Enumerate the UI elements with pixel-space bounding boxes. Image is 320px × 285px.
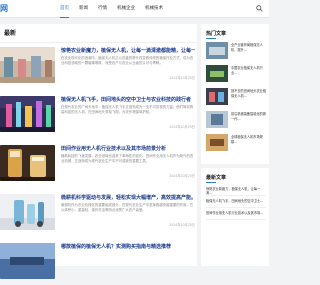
article-meta: 2024年10月25日 [61, 173, 195, 179]
article-time: 2024年10月25日 [169, 223, 195, 227]
article-thumbnail[interactable] [0, 47, 55, 83]
article-title[interactable]: 微耕机科学驱动与发展，轻松实现大幅增产，高效提高产能。 [61, 194, 195, 201]
nav-item-news[interactable]: 新闻 [79, 0, 88, 18]
article-excerpt: 微耕机作为农业机械化的重要组成部分，在现代农业生产中发挥着越来越重要的作用。它以… [61, 203, 194, 213]
article-time: 2024年10月25日 [169, 125, 195, 129]
list-item[interactable]: 惊艳农业新魔力，植保无人机，让每一滴清澈都能精，让每一寸… 在农业现代化的浪潮中… [0, 47, 197, 89]
article-meta: 2024年10月25日 [61, 124, 195, 130]
article-thumbnail[interactable] [0, 243, 55, 279]
divider [0, 42, 197, 43]
list-item[interactable]: 微耕机科学驱动与发展，轻松实现大幅增产，高效提高产能。 微耕机作为农业机械化的重… [0, 194, 197, 236]
hot-article-item[interactable]: 全产业链布局植保无人机，提升… [206, 42, 266, 62]
article-title[interactable]: 田间作业用无人机行业技术以及其市场前景分析 [61, 145, 195, 152]
new-article-link[interactable]: 田间作业用无人机行业技术以及其市场… [206, 211, 266, 220]
main-nav: 首页 新闻 行情 机械企业 机械技术 [60, 0, 163, 18]
article-title[interactable]: 哪款植保的植保无人机？实测购买指南与精选推荐 [61, 243, 195, 250]
article-excerpt: 在农业现代化的浪潮中，植保无人机正以迅猛的势头改变着传统的植保作业方式，成为农业… [61, 56, 194, 66]
hot-article-title[interactable]: 前沿机械装备智能化的新一代… [231, 112, 269, 126]
title-underline [206, 182, 216, 183]
hot-article-item[interactable]: 回不去的田间地头农业植保无人机… [206, 88, 266, 108]
article-time: 2024年10月25日 [169, 174, 195, 178]
article-meta: 2024年10月25日 [61, 75, 195, 81]
hot-article-thumbnail[interactable] [206, 42, 228, 59]
hot-article-title[interactable]: 回不去的田间地头农业植保无人机… [231, 89, 269, 103]
hot-articles-widget: 热门文章 全产业链布局植保无人机，提升… 中国农业植保无人机行业… 回不去的田间… [201, 24, 269, 164]
hot-article-thumbnail[interactable] [206, 111, 228, 128]
hot-article-thumbnail[interactable] [206, 134, 228, 151]
hot-article-title[interactable]: 全球植保无人机市场规模… [231, 135, 269, 149]
widget-title: 热门文章 [206, 31, 227, 37]
article-excerpt: 在现代农业的广阔天地中，植保无人机飞手正逐渐成为一支不可忽视的力量。他们驾驭着高… [61, 105, 194, 115]
list-item[interactable]: 田间作业用无人机行业技术以及其市场前景分析 随着科技的飞速发展，农业领域也迎来了… [0, 145, 197, 187]
nav-item-tech[interactable]: 机械技术 [145, 0, 163, 18]
article-meta: 2024年10月25日 [61, 222, 195, 228]
article-excerpt: 随着科技的飞速发展，农业领域也迎来了革命性的变化。田间作业用无人机作为新兴的农业… [61, 154, 194, 164]
article-time: 2024年10月25日 [169, 76, 195, 80]
article-title[interactable]: 惊艳农业新魔力，植保无人机，让每一滴清澈都能精，让每一寸… [61, 47, 195, 54]
hot-article-thumbnail[interactable] [206, 88, 228, 105]
section-title: 最新 [4, 30, 17, 37]
title-underline [206, 38, 216, 39]
list-item[interactable]: 哪款植保的植保无人机？实测购买指南与精选推荐 [0, 243, 197, 285]
new-article-link[interactable]: 植保无人机飞手，田间地头的空中卫士… [206, 199, 266, 208]
hot-article-item[interactable]: 前沿机械装备智能化的新一代… [206, 111, 266, 131]
article-thumbnail[interactable] [0, 194, 55, 230]
search-icon[interactable] [256, 5, 263, 12]
top-navbar: 网 首页 新闻 行情 机械企业 机械技术 [0, 0, 269, 18]
nav-item-market[interactable]: 行情 [98, 0, 107, 18]
article-list-panel: 最新 惊艳农业新魔力，植保无人机，让每一滴清澈都能精，让每一寸… 在农业现代化的… [0, 24, 197, 279]
article-title[interactable]: 植保无人机飞手，田间地头的空中卫士与农业科技的践行者 [61, 96, 195, 103]
widget-title: 最新文章 [206, 175, 227, 181]
article-thumbnail[interactable] [0, 145, 55, 181]
article-thumbnail[interactable] [0, 96, 55, 132]
hot-article-title[interactable]: 中国农业植保无人机行业… [231, 66, 269, 80]
nav-item-companies[interactable]: 机械企业 [117, 0, 135, 18]
new-article-link[interactable]: 惊艳农业新魔力，植保无人机，让每一滴… [206, 187, 266, 196]
hot-article-item[interactable]: 中国农业植保无人机行业… [206, 65, 266, 85]
hot-article-thumbnail[interactable] [206, 65, 228, 82]
hot-article-title[interactable]: 全产业链布局植保无人机，提升… [231, 43, 269, 57]
list-item[interactable]: 植保无人机飞手，田间地头的空中卫士与农业科技的践行者 在现代农业的广阔天地中，植… [0, 96, 197, 138]
nav-item-home[interactable]: 首页 [60, 0, 69, 18]
hot-article-item[interactable]: 全球植保无人机市场规模… [206, 134, 266, 154]
new-articles-widget: 最新文章 惊艳农业新魔力，植保无人机，让每一滴… 植保无人机飞手，田间地头的空中… [201, 168, 269, 266]
site-logo[interactable]: 网 [0, 3, 8, 14]
